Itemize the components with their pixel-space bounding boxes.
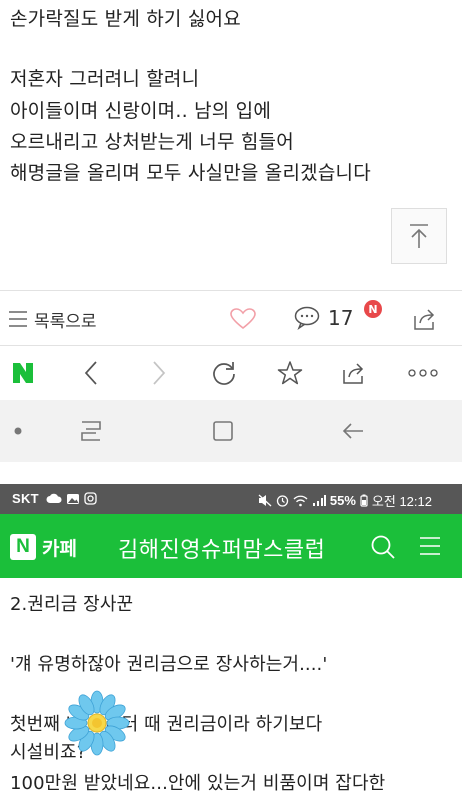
system-navigation-bar [0,400,462,462]
comment-icon [294,306,320,330]
system-back-button[interactable] [340,418,366,444]
notification-icons [46,492,97,505]
article-line: '걔 유명하잖아 권리금으로 장사하는거....' [10,654,328,675]
article-line: 첫번째 네 노리터 때 권리금이라 하기보다 [10,714,323,735]
battery-percent: 55% [329,493,356,508]
wifi-icon [293,495,308,506]
back-arrow-icon [342,423,363,439]
browser-toolbar [0,346,462,400]
recent-apps-button[interactable] [78,418,104,444]
back-button[interactable] [78,359,104,387]
forward-button[interactable] [146,359,172,387]
reload-icon [213,362,235,385]
like-heart-icon[interactable] [230,308,256,330]
status-time: 오전 12:12 [371,494,432,509]
comment-count: 17 [328,306,354,330]
carrier-label: SKT [12,491,39,506]
post-line: 오르내리고 상처받는게 너무 힘들어 [10,131,294,153]
screenshot-gap [0,462,462,484]
reload-button[interactable] [210,359,238,387]
mute-icon [258,494,272,507]
naver-cafe-logo[interactable]: N [10,534,36,560]
home-button[interactable] [210,418,236,444]
list-button-label: 목록으로 [34,311,97,332]
list-icon [9,311,27,327]
chevron-left-icon [84,361,97,385]
post-line: 저혼자 그러려니 할려니 [10,68,200,90]
alarm-icon [276,495,289,507]
nav-dot-button[interactable] [12,418,24,444]
scroll-top-button[interactable] [391,208,447,264]
naver-logo-icon[interactable] [10,360,36,386]
post-line: 손가락질도 받게 하기 싫어요 [10,8,241,30]
star-icon [277,361,303,385]
cloud-icon [46,493,62,503]
list-button[interactable]: 목록으로 [8,305,97,333]
search-icon[interactable] [370,534,396,560]
chevron-right-icon [153,361,166,385]
image-icon [67,493,79,504]
status-right-group: 55% 오전 12:12 [258,491,432,510]
post-action-bar: 목록으로 17 [0,290,462,346]
status-bar: SKT 55% 오전 12:12 [0,484,462,514]
more-dots-icon [408,369,438,377]
battery-icon [360,494,368,507]
share-icon [343,363,364,384]
recent-apps-icon [81,421,101,441]
article-line: 2.권리금 장사꾼 [10,594,134,615]
signal-icon [312,494,326,506]
instagram-icon [84,492,97,505]
home-square-icon [213,421,233,441]
dot-icon [14,427,22,435]
more-button[interactable] [408,359,438,387]
arrow-up-icon [410,224,428,248]
menu-icon[interactable] [418,535,442,557]
article-line: 100만원 받았네요...안에 있는거 비품이며 잡다한 [10,773,386,794]
cafe-title[interactable]: 김해진영슈퍼맘스클럽 [118,532,325,564]
top-screenshot: 손가락질도 받게 하기 싫어요 저혼자 그러려니 할려니 아이들이며 신랑이며.… [0,0,462,462]
flower-sticker-icon [64,690,130,756]
bookmark-button[interactable] [276,359,304,387]
comment-button[interactable]: 17 [294,306,353,330]
cafe-header: N 카페 김해진영슈퍼맘스클럽 [0,514,462,578]
post-line: 아이들이며 신랑이며.. 남의 입에 [10,100,272,122]
cafe-service-name[interactable]: 카페 [42,534,77,561]
new-comment-badge: N [364,300,382,318]
post-line: 해명글을 올리며 모두 사실만을 올리겠습니다 [10,162,371,184]
share-icon[interactable] [412,307,438,331]
browser-share-button[interactable] [340,359,368,387]
